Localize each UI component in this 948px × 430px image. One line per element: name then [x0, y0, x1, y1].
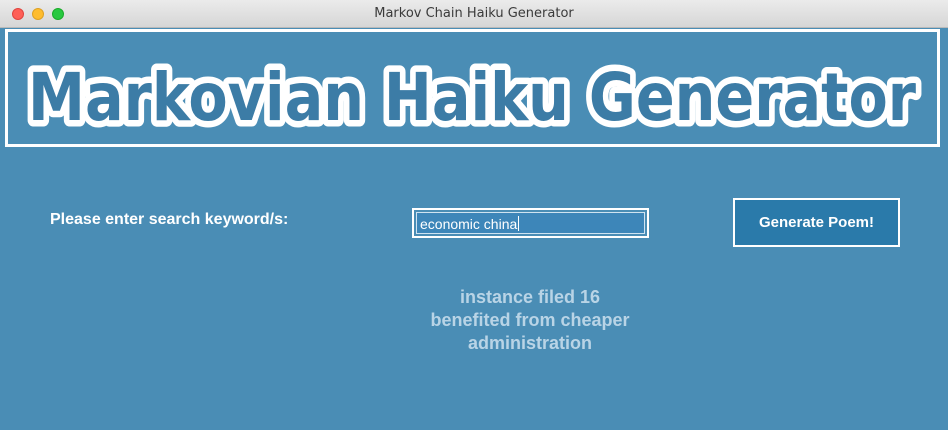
search-input-field[interactable]: economic china	[416, 212, 645, 234]
search-label: Please enter search keyword/s:	[50, 211, 289, 228]
banner-title-graphic: Markovian Haiku Generator	[22, 53, 923, 143]
title-bar[interactable]: Markov Chain Haiku Generator	[0, 0, 948, 28]
app-window: Markov Chain Haiku Generator Markovian H…	[0, 0, 948, 430]
haiku-line-3: administration	[467, 333, 592, 353]
text-caret	[518, 216, 520, 231]
title-banner: Markovian Haiku Generator	[5, 29, 940, 147]
search-input-value: economic china	[420, 216, 518, 232]
haiku-line-1: instance filed 16	[459, 287, 601, 307]
search-input[interactable]: economic china	[412, 208, 649, 238]
banner-title: Markovian Haiku Generator	[28, 59, 916, 136]
haiku-line-2: benefited from cheaper	[430, 310, 630, 330]
window-title: Markov Chain Haiku Generator	[374, 6, 574, 21]
generate-poem-button[interactable]: Generate Poem!	[733, 198, 900, 247]
haiku-output: instance filed 16 benefited from cheaper…	[380, 286, 680, 355]
